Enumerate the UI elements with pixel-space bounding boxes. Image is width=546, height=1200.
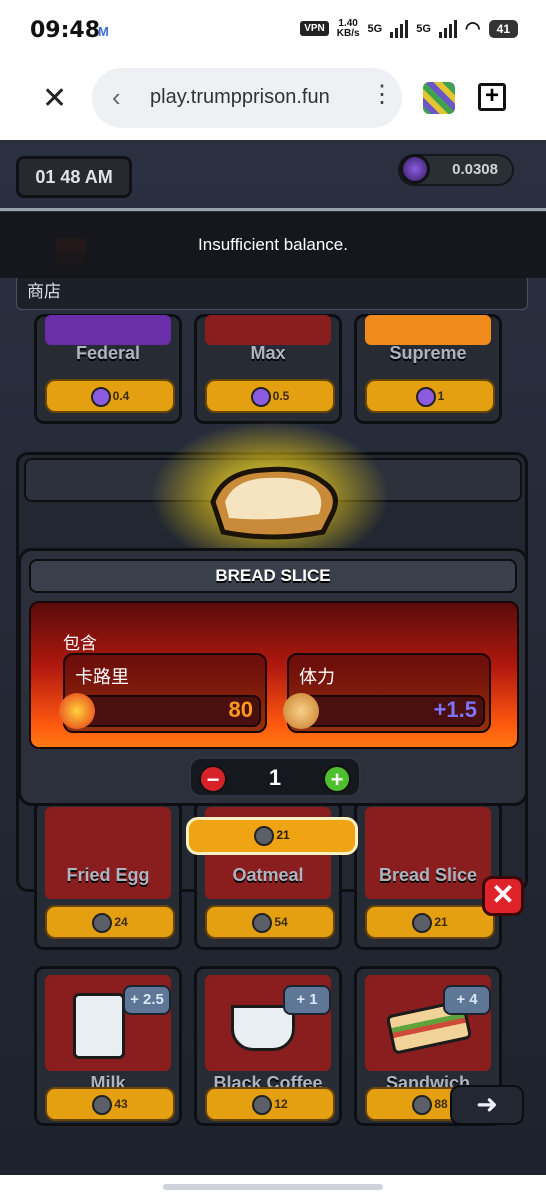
bread-slice-icon [210, 466, 338, 540]
price-value: 43 [114, 1097, 128, 1111]
price-value: 88 [434, 1097, 448, 1111]
card-name: Fried Egg [66, 865, 150, 885]
status-time: 09:48 [30, 18, 101, 43]
shop-card-supreme[interactable]: Supreme 1 [354, 314, 502, 424]
price-button[interactable]: 54 [205, 905, 335, 939]
price-button[interactable]: 12 [205, 1087, 335, 1121]
card-image [45, 315, 171, 345]
price-value: 1 [437, 389, 445, 403]
increase-button[interactable]: + [323, 765, 351, 793]
game-canvas: 01 48 AM 0.0308 商店 Insufficient balance.… [0, 140, 546, 1175]
stamina-label: 体力 [299, 667, 335, 687]
include-label: 包含 [63, 634, 97, 653]
stamina-value: +1.5 [433, 697, 477, 722]
item-dialog: BREAD SLICE 包含 卡路里 80 体力 +1.5 − 1 + [18, 548, 528, 806]
item-details-panel: 包含 卡路里 80 体力 +1.5 [29, 601, 519, 749]
price-value: 12 [274, 1097, 288, 1111]
buy-button[interactable]: 21 [186, 817, 358, 855]
net-label-1: 5G [367, 22, 383, 35]
speed-unit: KB/s [336, 27, 360, 39]
card-image [205, 315, 331, 345]
coin-icon [252, 1094, 273, 1115]
price-button[interactable]: 43 [45, 1087, 175, 1121]
status-bar: 09:48 M VPN 1.40 KB/s 5G 5G ◠ 41 [0, 0, 546, 60]
calorie-label: 卡路里 [75, 667, 129, 687]
price-button[interactable]: 1 [365, 379, 495, 413]
card-name: Oatmeal [232, 865, 304, 885]
calorie-stat: 卡路里 80 [59, 653, 267, 733]
store-header: 商店 [16, 274, 528, 310]
card-name: Supreme [389, 343, 467, 363]
price-button[interactable]: 24 [45, 905, 175, 939]
shop-card-milk[interactable]: + 2.5 Milk 43 [34, 966, 182, 1126]
token-icon [415, 386, 436, 407]
bread-icon [283, 693, 319, 729]
shop-card-fried-egg[interactable]: Fried Egg 24 [34, 800, 182, 950]
coin-icon [252, 912, 273, 933]
card-name: Federal [75, 343, 141, 363]
close-tab-icon[interactable]: ✕ [42, 84, 67, 114]
stamina-badge: + 1 [283, 985, 331, 1015]
card-name: Bread Slice [378, 865, 478, 885]
coin-icon [92, 1094, 113, 1115]
dialog-title: BREAD SLICE [29, 559, 517, 593]
token-icon [250, 386, 271, 407]
back-chevron-icon[interactable]: ‹ [112, 82, 121, 112]
fire-icon [59, 693, 95, 729]
shop-card-max[interactable]: Max 0.5 [194, 314, 342, 424]
price-button[interactable]: 21 [365, 905, 495, 939]
stamina-badge: + 4 [443, 985, 491, 1015]
coin-icon [92, 912, 113, 933]
divider [0, 208, 546, 211]
battery-icon: 41 [488, 19, 518, 38]
card-image [365, 315, 491, 345]
milk-glass-icon [73, 993, 125, 1059]
calorie-value: 80 [228, 697, 253, 722]
quantity-stepper: − 1 + [189, 757, 361, 797]
game-clock: 01 48 AM [16, 156, 132, 198]
token-icon [90, 386, 111, 407]
stamina-stat: 体力 +1.5 [283, 653, 491, 733]
coin-icon [412, 1094, 433, 1115]
home-gesture-bar[interactable] [163, 1184, 383, 1190]
store-title: 商店 [27, 282, 61, 301]
price-button[interactable]: 0.4 [45, 379, 175, 413]
buy-price: 21 [276, 828, 290, 842]
price-value: 21 [434, 915, 448, 929]
net-label-2: 5G [416, 22, 431, 35]
price-button[interactable]: 0.5 [205, 379, 335, 413]
wifi-icon: ◠ [464, 18, 481, 38]
shop-card-black-coffee[interactable]: + 1 Black Coffee 12 [194, 966, 342, 1126]
token-icon [400, 154, 430, 184]
vpn-icon: VPN [300, 21, 329, 36]
more-options-icon[interactable]: ⋮ [370, 80, 394, 110]
price-value: 54 [274, 915, 288, 929]
url-text[interactable]: play.trumpprison.fun [150, 86, 330, 109]
toast-message: Insufficient balance. [0, 212, 546, 278]
price-value: 0.5 [272, 389, 290, 403]
shop-card-federal[interactable]: Federal 0.4 [34, 314, 182, 424]
signal-icon [390, 19, 409, 38]
status-icons: VPN 1.40 KB/s 5G 5G ◠ 41 [300, 18, 518, 39]
next-arrow-button[interactable]: ➜ [450, 1085, 524, 1125]
new-tab-icon[interactable]: + [478, 83, 506, 111]
shop-card-bread-slice[interactable]: Bread Slice 21 [354, 800, 502, 950]
signal-icon-2 [438, 19, 457, 38]
coin-icon [412, 912, 433, 933]
card-name: Max [250, 343, 286, 363]
coin-icon [254, 825, 275, 846]
stamina-badge: + 2.5 [123, 985, 171, 1015]
gmail-notification-icon: M [98, 24, 109, 39]
price-value: 24 [114, 915, 128, 929]
site-favicon-icon[interactable] [423, 82, 455, 114]
network-speed: 1.40 KB/s [336, 18, 360, 39]
close-dialog-button[interactable]: ✕ [482, 876, 524, 916]
price-value: 0.4 [112, 389, 130, 403]
